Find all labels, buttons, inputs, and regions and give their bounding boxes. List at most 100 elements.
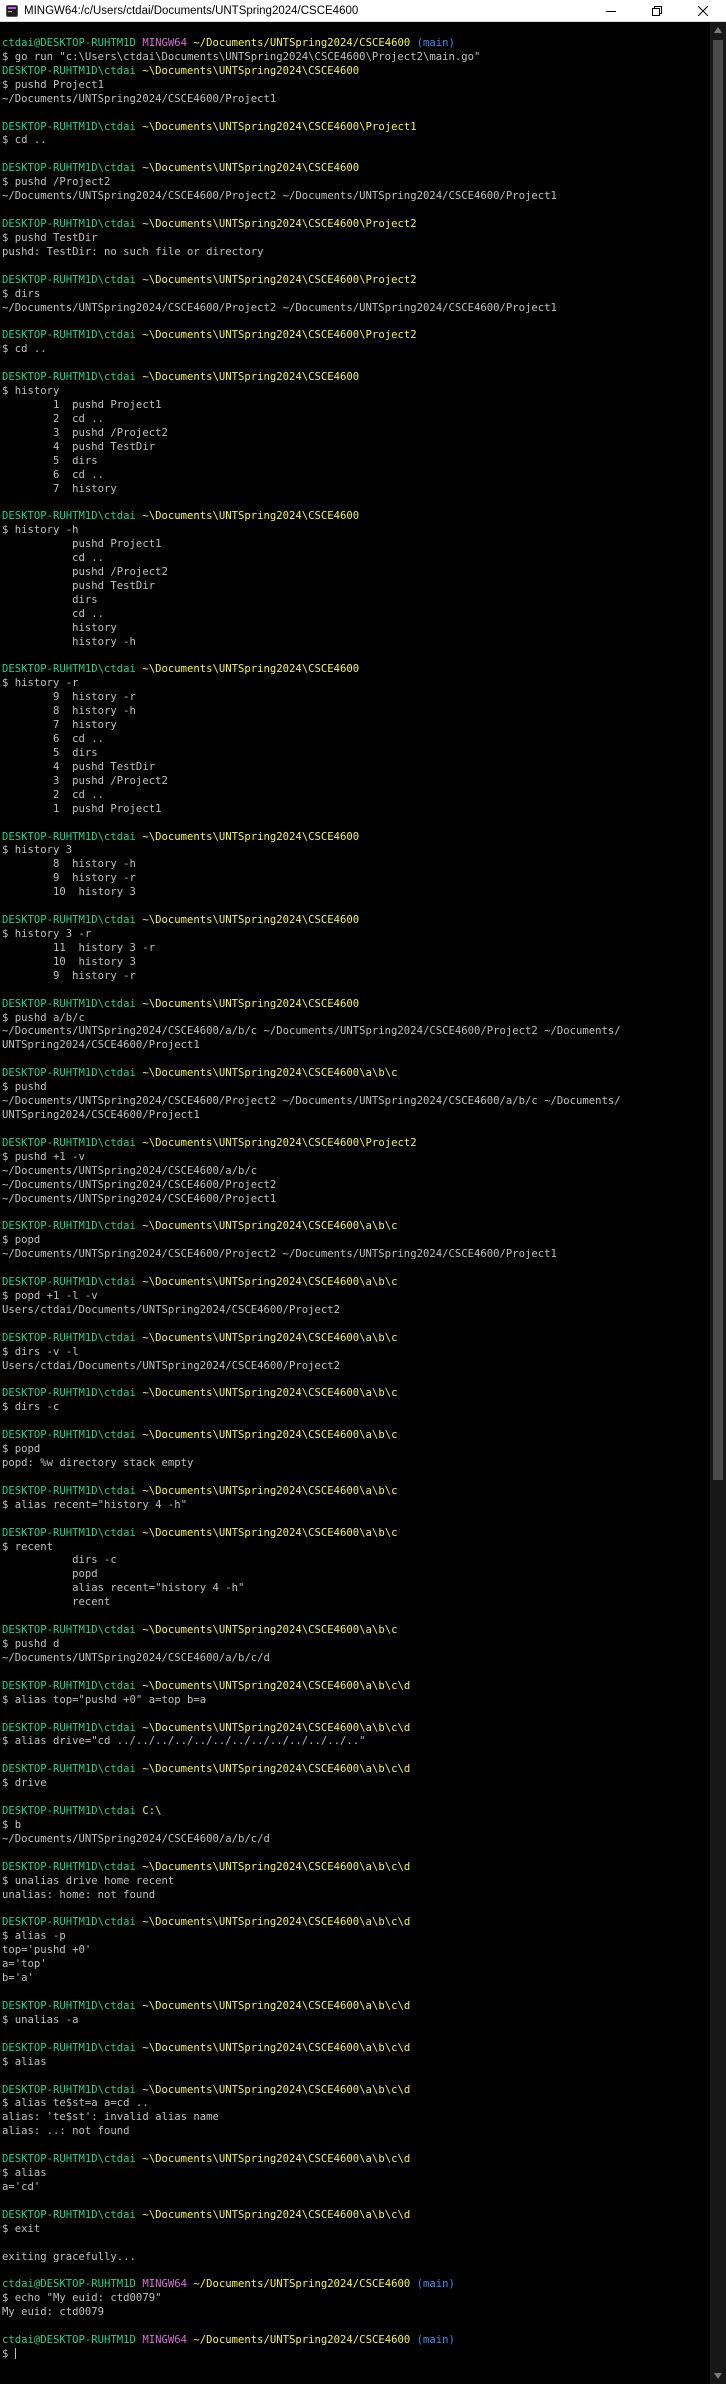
terminal-line: DESKTOP-RUHTM1D\ctdai ~\Documents\UNTSpr… bbox=[2, 1332, 710, 1346]
close-button[interactable] bbox=[680, 0, 726, 21]
terminal-line: 9 history -r bbox=[2, 691, 710, 705]
terminal-line: ~/Documents/UNTSpring2024/CSCE4600/Proje… bbox=[2, 1179, 710, 1193]
terminal-line: 11 history 3 -r bbox=[2, 942, 710, 956]
terminal-text: $ unalias drive home recent bbox=[2, 1874, 175, 1887]
window-title-bar[interactable]: MINGW64:/c/Users/ctdai/Documents/UNTSpri… bbox=[0, 0, 726, 22]
terminal-text: Users/ctdai/Documents/UNTSpring2024/CSCE… bbox=[2, 1303, 341, 1316]
terminal-line: $ echo "My euid: ctd0079" bbox=[2, 2292, 710, 2306]
terminal-line: ~/Documents/UNTSpring2024/CSCE4600/Proje… bbox=[2, 93, 710, 107]
mintty-terminal-icon[interactable] bbox=[6, 4, 18, 17]
prompt-segment: MINGW64 bbox=[142, 2278, 194, 2291]
terminal-line: ~/Documents/UNTSpring2024/CSCE4600/Proje… bbox=[2, 1193, 710, 1207]
terminal-text: a='cd' bbox=[2, 2180, 41, 2193]
prompt-segment: ~\Documents\UNTSpring2024\CSCE4600\a\b\c… bbox=[142, 2041, 411, 2054]
prompt-segment: DESKTOP-RUHTM1D\ctdai bbox=[2, 1387, 143, 1400]
terminal-text: 6 cd .. bbox=[2, 468, 105, 481]
terminal-line: DESKTOP-RUHTM1D\ctdai ~\Documents\UNTSpr… bbox=[2, 1067, 710, 1081]
prompt-segment: DESKTOP-RUHTM1D\ctdai bbox=[2, 329, 143, 342]
terminal-text: $ pushd d bbox=[2, 1638, 60, 1651]
terminal-line: DESKTOP-RUHTM1D\ctdai ~\Documents\UNTSpr… bbox=[2, 2084, 710, 2098]
terminal-text: 11 history 3 -r bbox=[2, 941, 156, 954]
scrollbar-thumb[interactable] bbox=[713, 40, 723, 1480]
terminal-line: $ dirs -c bbox=[2, 1401, 710, 1415]
terminal-line: 9 history -r bbox=[2, 970, 710, 984]
prompt-segment: DESKTOP-RUHTM1D\ctdai bbox=[2, 1999, 143, 2012]
terminal-line: pushd: TestDir: no such file or director… bbox=[2, 246, 710, 260]
terminal-text: popd: %w directory stack empty bbox=[2, 1457, 194, 1470]
prompt-segment: DESKTOP-RUHTM1D\ctdai bbox=[2, 1624, 143, 1637]
terminal-text: 7 history bbox=[2, 719, 117, 732]
terminal-line: 7 history bbox=[2, 719, 710, 733]
terminal-line: $ history -r bbox=[2, 677, 710, 691]
terminal-line: 9 history -r bbox=[2, 872, 710, 886]
prompt-segment: ~\Documents\UNTSpring2024\CSCE4600\Proje… bbox=[142, 329, 417, 342]
terminal-text: pushd: TestDir: no such file or director… bbox=[2, 245, 264, 258]
terminal-text: 9 history -r bbox=[2, 872, 136, 885]
prompt-segment: ~\Documents\UNTSpring2024\CSCE4600\a\b\c… bbox=[142, 1721, 411, 1734]
terminal-line: history -h bbox=[2, 636, 710, 650]
prompt-segment: DESKTOP-RUHTM1D\ctdai bbox=[2, 1721, 143, 1734]
prompt-segment: MINGW64 bbox=[142, 37, 194, 49]
terminal-text: 7 history bbox=[2, 482, 117, 495]
prompt-segment: DESKTOP-RUHTM1D\ctdai bbox=[2, 1136, 143, 1149]
terminal-line: ~/Documents/UNTSpring2024/CSCE4600/Proje… bbox=[2, 190, 710, 204]
terminal-line: history bbox=[2, 622, 710, 636]
terminal-line: 4 pushd TestDir bbox=[2, 761, 710, 775]
maximize-button[interactable] bbox=[634, 0, 680, 21]
vertical-scrollbar[interactable] bbox=[710, 22, 726, 2384]
prompt-segment: ~\Documents\UNTSpring2024\CSCE4600 bbox=[142, 64, 360, 77]
terminal-text: My euid: ctd0079 bbox=[2, 2306, 105, 2319]
terminal-line: 8 history -h bbox=[2, 705, 710, 719]
terminal-line: 2 cd .. bbox=[2, 789, 710, 803]
terminal-line: Users/ctdai/Documents/UNTSpring2024/CSCE… bbox=[2, 1360, 710, 1374]
terminal-line: ~/Documents/UNTSpring2024/CSCE4600/Proje… bbox=[2, 1248, 710, 1262]
terminal-line: DESKTOP-RUHTM1D\ctdai ~\Documents\UNTSpr… bbox=[2, 663, 710, 677]
prompt-segment: DESKTOP-RUHTM1D\ctdai bbox=[2, 120, 143, 133]
terminal-line: DESKTOP-RUHTM1D\ctdai ~\Documents\UNTSpr… bbox=[2, 2042, 710, 2056]
terminal-line: DESKTOP-RUHTM1D\ctdai ~\Documents\UNTSpr… bbox=[2, 121, 710, 135]
terminal-line: DESKTOP-RUHTM1D\ctdai ~\Documents\UNTSpr… bbox=[2, 1916, 710, 1930]
terminal-text: unalias: home: not found bbox=[2, 1888, 156, 1901]
terminal-line: DESKTOP-RUHTM1D\ctdai ~\Documents\UNTSpr… bbox=[2, 831, 710, 845]
terminal-text: 10 history 3 bbox=[2, 955, 136, 968]
prompt-segment: ~\Documents\UNTSpring2024\CSCE4600\a\b\c… bbox=[142, 2208, 411, 2221]
terminal-line: $ pushd +1 -v bbox=[2, 1151, 710, 1165]
terminal-line: DESKTOP-RUHTM1D\ctdai ~\Documents\UNTSpr… bbox=[2, 2209, 710, 2223]
terminal-text: ~/Documents/UNTSpring2024/CSCE4600/Proje… bbox=[2, 1192, 277, 1205]
terminal-text: history -h bbox=[2, 635, 136, 648]
terminal-line: $ pushd d bbox=[2, 1638, 710, 1652]
scroll-up-button[interactable] bbox=[710, 22, 726, 38]
terminal-line: pushd /Project2 bbox=[2, 566, 710, 580]
terminal-output[interactable]: ctdai@DESKTOP-RUHTM1D MINGW64 ~/Document… bbox=[0, 22, 710, 2384]
prompt-segment: ctdai@DESKTOP-RUHTM1D bbox=[2, 2278, 143, 2291]
terminal-text: $ alias recent="history 4 -h" bbox=[2, 1498, 187, 1511]
scroll-down-button[interactable] bbox=[710, 2368, 726, 2384]
terminal-text: $ alias bbox=[2, 2055, 47, 2068]
terminal-text: $ dirs -v -l bbox=[2, 1345, 79, 1358]
terminal-text: pushd TestDir bbox=[2, 579, 156, 592]
minimize-button[interactable] bbox=[588, 0, 634, 21]
terminal-line: $ cd .. bbox=[2, 134, 710, 148]
terminal-text: 2 cd .. bbox=[2, 412, 105, 425]
terminal-line: alias: ..: not found bbox=[2, 2125, 710, 2139]
terminal-line: $ bbox=[2, 2348, 710, 2362]
terminal-line: b='a' bbox=[2, 1972, 710, 1986]
terminal-text: $ alias te$st=a a=cd .. bbox=[2, 2097, 149, 2110]
terminal-line: $ alias top="pushd +0" a=top b=a bbox=[2, 1694, 710, 1708]
terminal-text: b='a' bbox=[2, 1972, 34, 1985]
